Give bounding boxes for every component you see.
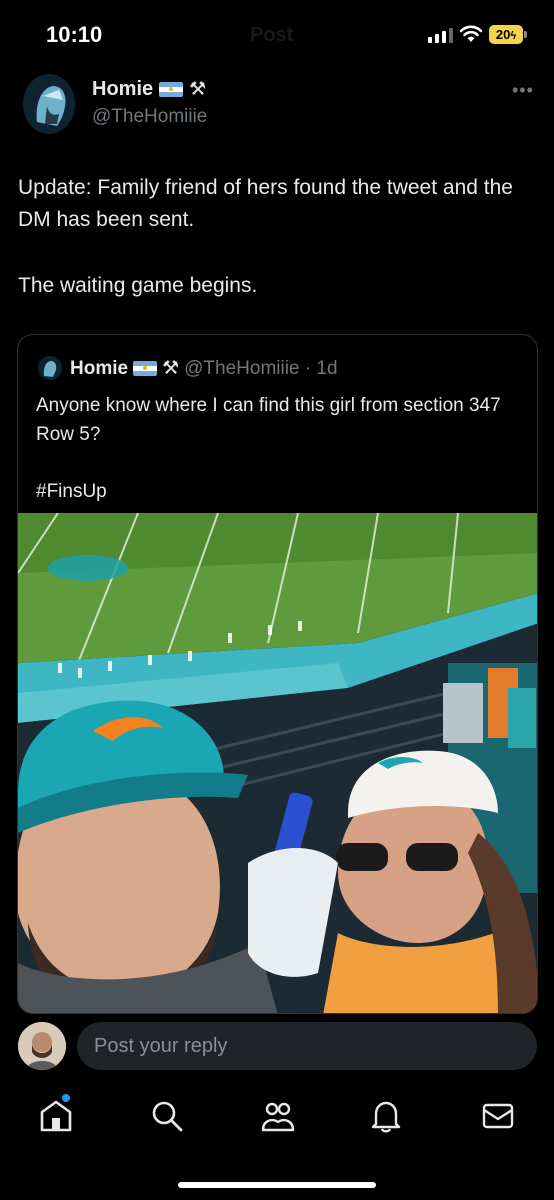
author-display-name[interactable]: Homie	[92, 78, 153, 101]
author-name-row[interactable]: Homie ⚒	[92, 78, 206, 101]
author-handle[interactable]: @TheHomiiie	[92, 106, 207, 128]
quoted-paragraph: Anyone know where I can find this girl f…	[36, 395, 501, 445]
stadium-selfie-photo	[18, 513, 537, 1013]
hammer-pick-icon: ⚒	[189, 79, 207, 100]
quoted-author-avatar[interactable]	[38, 356, 62, 380]
home-notification-dot	[62, 1094, 70, 1102]
quoted-display-name[interactable]: Homie	[70, 358, 128, 380]
argentina-flag-icon	[159, 82, 184, 97]
home-icon[interactable]	[38, 1098, 74, 1134]
hammer-pick-icon: ⚒	[162, 358, 180, 379]
nav-title: Post	[250, 24, 294, 46]
user-avatar[interactable]	[18, 1022, 66, 1070]
quoted-handle-time: @TheHomiiie · 1d	[184, 357, 338, 379]
bell-icon[interactable]	[368, 1098, 404, 1134]
battery-level: 20	[495, 27, 511, 42]
argentina-flag-icon	[133, 361, 158, 376]
tweet-paragraph: The waiting game begins.	[18, 274, 258, 297]
battery-tip	[524, 31, 527, 38]
status-bar: 10:10 Post 20ϟ	[0, 0, 554, 66]
mail-icon[interactable]	[480, 1098, 516, 1134]
more-options-icon[interactable]: •••	[512, 80, 534, 101]
quoted-avatar-image	[38, 356, 62, 380]
quoted-tweet-card[interactable]: Homie ⚒ @TheHomiiie · 1d Anyone know whe…	[17, 334, 538, 1014]
quoted-header: Homie ⚒ @TheHomiiie · 1d	[70, 357, 338, 380]
user-avatar-image	[18, 1022, 66, 1070]
status-time: 10:10	[46, 22, 103, 47]
battery-indicator: 20ϟ	[489, 25, 523, 44]
quoted-hashtag[interactable]: #FinsUp	[36, 477, 516, 506]
search-icon[interactable]	[149, 1098, 185, 1134]
quoted-photo[interactable]	[18, 513, 537, 1013]
author-avatar[interactable]	[23, 74, 75, 134]
home-indicator[interactable]	[178, 1182, 376, 1188]
author-avatar-image	[23, 74, 75, 134]
tweet-paragraph: Update: Family friend of hers found the …	[18, 176, 513, 231]
wifi-icon	[459, 25, 483, 42]
reply-input[interactable]: Post your reply	[77, 1022, 537, 1070]
people-icon[interactable]	[260, 1098, 296, 1134]
cellular-signal-icon	[428, 27, 454, 43]
tweet-text: Update: Family friend of hers found the …	[18, 172, 528, 336]
